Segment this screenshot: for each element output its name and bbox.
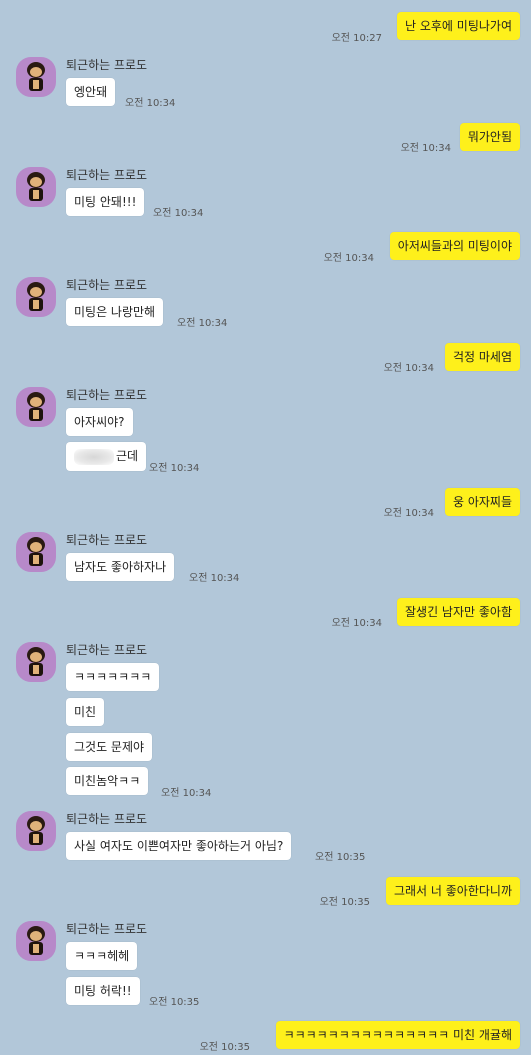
my-message[interactable]: 웅 아자찌들	[444, 488, 520, 516]
frodo-character-icon	[27, 62, 45, 91]
other-message[interactable]: ㅋㅋㅋ헤헤	[66, 942, 138, 970]
frodo-avatar-icon[interactable]	[16, 532, 56, 572]
my-message-bubble[interactable]: 웅 아자찌들	[444, 488, 520, 516]
frodo-character-icon	[27, 172, 45, 201]
my-message[interactable]: 그래서 너 좋아한다니까	[385, 877, 520, 905]
other-message[interactable]: 미친놈악ㅋㅋ	[66, 767, 149, 795]
other-message[interactable]: 미팅은 나랑만해	[66, 298, 164, 326]
sender-name: 퇴근하는 프로도	[66, 388, 148, 402]
other-message[interactable]: 엥안돼	[66, 78, 116, 106]
message-time: 오전 10:34	[383, 363, 434, 374]
other-message-bubble[interactable]: 아자씨야?	[66, 408, 133, 436]
my-message-bubble[interactable]: 아저씨들과의 미팅이야	[389, 232, 520, 260]
frodo-avatar-icon[interactable]	[16, 277, 56, 317]
sender-name: 퇴근하는 프로도	[66, 278, 148, 292]
other-message-bubble[interactable]: 사실 여자도 이쁜여자만 좋아하는거 아님?	[66, 832, 292, 860]
message-time: 오전 10:34	[161, 788, 212, 799]
message-time: 오전 10:34	[149, 463, 200, 474]
other-message[interactable]: 사실 여자도 이쁜여자만 좋아하는거 아님?	[66, 832, 292, 860]
other-message-bubble[interactable]: 미팅은 나랑만해	[66, 298, 164, 326]
sender-name: 퇴근하는 프로도	[66, 643, 148, 657]
other-message[interactable]: 미팅 허락!!	[66, 977, 140, 1005]
sender-name: 퇴근하는 프로도	[66, 58, 148, 72]
message-time: 오전 10:34	[331, 618, 382, 629]
other-message[interactable]: ㅋㅋㅋㅋㅋㅋㅋ	[66, 663, 160, 691]
other-message-bubble[interactable]: 미팅 안돼!!!	[66, 188, 145, 216]
chat-room[interactable]: 오전 10:27 난 오후에 미팅나가여 퇴근하는 프로도 엥안돼 오전 10:…	[0, 0, 531, 1055]
my-message[interactable]: ㅋㅋㅋㅋㅋㅋㅋㅋㅋㅋㅋㅋㅋㅋㅋ 미친 개귤해	[275, 1021, 520, 1049]
my-message[interactable]: 걱정 마세염	[444, 343, 520, 371]
other-message-bubble[interactable]: 그것도 문제야	[66, 733, 153, 761]
frodo-avatar-icon[interactable]	[16, 57, 56, 97]
other-message-bubble[interactable]: 미친	[66, 698, 105, 726]
sender-name: 퇴근하는 프로도	[66, 922, 148, 936]
my-message[interactable]: 난 오후에 미팅나가여	[397, 12, 520, 40]
my-message[interactable]: 아저씨들과의 미팅이야	[389, 232, 520, 260]
other-message-bubble[interactable]: ㅋㅋㅋㅋㅋㅋㅋ	[66, 663, 160, 691]
my-message-bubble[interactable]: 난 오후에 미팅나가여	[397, 12, 520, 40]
message-time: 오전 10:35	[315, 852, 366, 863]
other-message[interactable]: 아자씨야?	[66, 408, 133, 436]
frodo-character-icon	[27, 392, 45, 421]
message-time: 오전 10:27	[331, 33, 382, 44]
message-time: 오전 10:35	[199, 1042, 250, 1053]
sender-name: 퇴근하는 프로도	[66, 168, 148, 182]
message-time: 오전 10:34	[323, 253, 374, 264]
other-message-bubble[interactable]: 미친놈악ㅋㅋ	[66, 767, 149, 795]
frodo-character-icon	[27, 816, 45, 845]
sender-name: 퇴근하는 프로도	[66, 812, 148, 826]
frodo-character-icon	[27, 282, 45, 311]
my-message[interactable]: 뭐가안됨	[459, 123, 520, 151]
other-message[interactable]: 남자도 좋아하자나	[66, 553, 175, 581]
message-time: 오전 10:34	[153, 208, 204, 219]
frodo-avatar-icon[interactable]	[16, 167, 56, 207]
frodo-avatar-icon[interactable]	[16, 921, 56, 961]
frodo-character-icon	[27, 926, 45, 955]
frodo-character-icon	[27, 537, 45, 566]
message-time: 오전 10:34	[400, 143, 451, 154]
frodo-avatar-icon[interactable]	[16, 811, 56, 851]
my-message-bubble[interactable]: 잘생긴 남자만 좋아함	[397, 598, 520, 626]
blurred-content	[74, 448, 114, 465]
my-message-bubble[interactable]: ㅋㅋㅋㅋㅋㅋㅋㅋㅋㅋㅋㅋㅋㅋㅋ 미친 개귤해	[275, 1021, 520, 1049]
message-time: 오전 10:34	[177, 318, 228, 329]
other-message-bubble[interactable]: 근데	[66, 442, 147, 471]
frodo-avatar-icon[interactable]	[16, 642, 56, 682]
other-message[interactable]: 미팅 안돼!!!	[66, 188, 145, 216]
other-message-bubble[interactable]: ㅋㅋㅋ헤헤	[66, 942, 138, 970]
message-text: 근데	[116, 449, 139, 463]
my-message[interactable]: 잘생긴 남자만 좋아함	[397, 598, 520, 626]
sender-name: 퇴근하는 프로도	[66, 533, 148, 547]
other-message-bubble[interactable]: 미팅 허락!!	[66, 977, 140, 1005]
message-time: 오전 10:35	[319, 897, 370, 908]
other-message[interactable]: 근데	[66, 442, 147, 471]
frodo-avatar-icon[interactable]	[16, 387, 56, 427]
other-message-bubble[interactable]: 엥안돼	[66, 78, 116, 106]
my-message-bubble[interactable]: 그래서 너 좋아한다니까	[385, 877, 520, 905]
message-time: 오전 10:34	[383, 508, 434, 519]
my-message-bubble[interactable]: 뭐가안됨	[459, 123, 520, 151]
message-time: 오전 10:34	[125, 98, 176, 109]
other-message-bubble[interactable]: 남자도 좋아하자나	[66, 553, 175, 581]
other-message[interactable]: 미친	[66, 698, 105, 726]
message-time: 오전 10:35	[149, 997, 200, 1008]
my-message-bubble[interactable]: 걱정 마세염	[444, 343, 520, 371]
message-time: 오전 10:34	[189, 573, 240, 584]
frodo-character-icon	[27, 647, 45, 676]
other-message[interactable]: 그것도 문제야	[66, 733, 153, 761]
